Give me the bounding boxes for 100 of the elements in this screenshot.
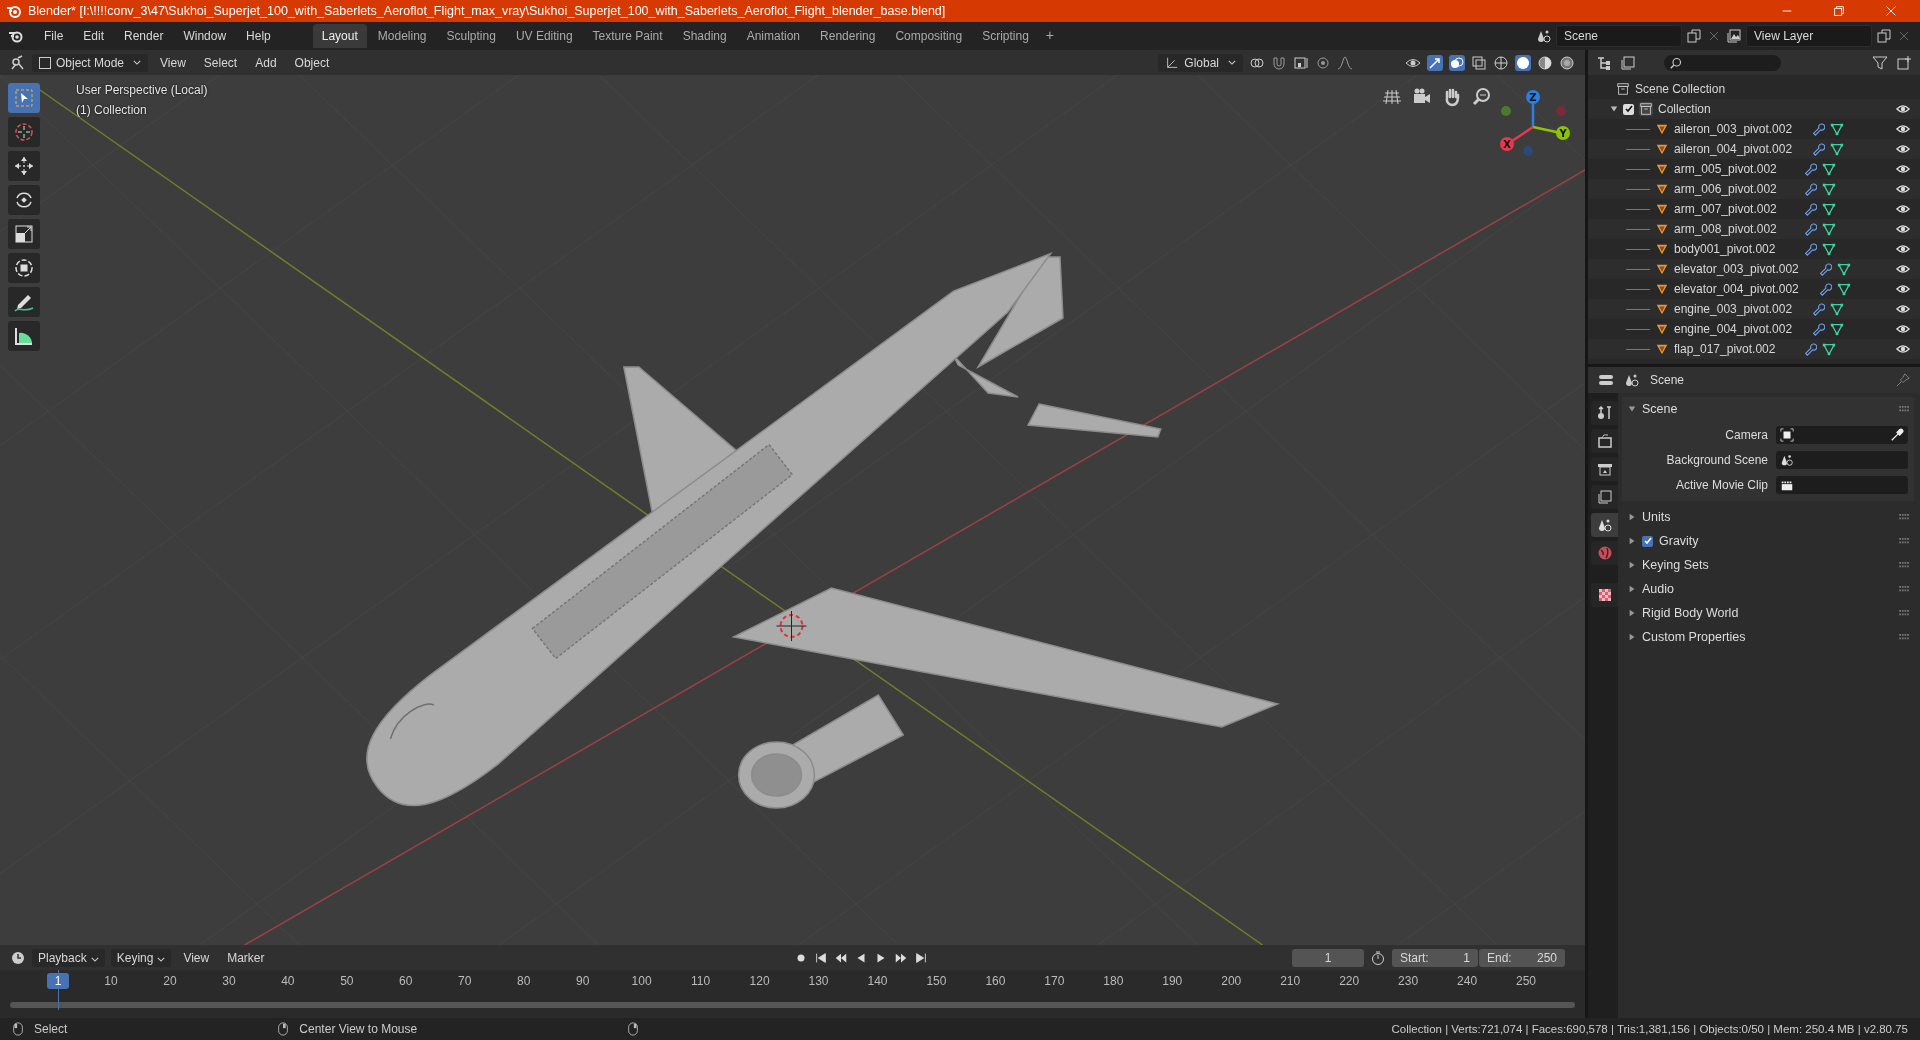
jump-start-icon[interactable] bbox=[814, 950, 829, 965]
mesh-icon[interactable] bbox=[1836, 282, 1851, 296]
properties-tab[interactable] bbox=[1591, 429, 1618, 453]
disclosure-triangle-icon[interactable] bbox=[1628, 561, 1636, 569]
rendered-shading-icon[interactable] bbox=[1559, 54, 1575, 71]
wrench-icon[interactable] bbox=[1803, 182, 1817, 196]
playhead-marker[interactable]: 1 bbox=[47, 973, 69, 989]
menu-item[interactable]: Select bbox=[197, 53, 244, 72]
mode-dropdown[interactable]: Object Mode bbox=[32, 53, 149, 72]
disclosure-triangle-icon[interactable] bbox=[1628, 585, 1636, 593]
clock-icon[interactable] bbox=[10, 949, 26, 966]
falloff-curve-icon[interactable] bbox=[1337, 54, 1353, 71]
mesh-icon[interactable] bbox=[1822, 202, 1836, 216]
menu-item[interactable]: Edit bbox=[75, 26, 113, 46]
eye-icon[interactable] bbox=[1896, 102, 1910, 116]
scene-icon[interactable] bbox=[1536, 28, 1552, 44]
mesh-icon[interactable] bbox=[1822, 242, 1836, 256]
properties-editor-icon[interactable] bbox=[1598, 372, 1614, 388]
eye-icon[interactable] bbox=[1896, 122, 1910, 136]
eye-icon[interactable] bbox=[1896, 262, 1910, 276]
datablock-field[interactable] bbox=[1776, 451, 1908, 469]
panel-title[interactable]: Rigid Body World bbox=[1642, 606, 1739, 620]
solid-shading-icon[interactable] bbox=[1515, 54, 1531, 71]
current-frame-field[interactable]: 1 bbox=[1292, 948, 1364, 967]
start-frame-field[interactable]: Start: 1 bbox=[1392, 948, 1478, 967]
eye-icon[interactable] bbox=[1896, 202, 1910, 216]
datablock-field[interactable] bbox=[1776, 476, 1908, 494]
eye-icon[interactable] bbox=[1896, 222, 1910, 236]
wrench-icon[interactable] bbox=[1803, 222, 1817, 236]
panel-title[interactable]: Units bbox=[1642, 510, 1671, 524]
image-stack-icon[interactable] bbox=[1726, 28, 1742, 44]
wrench-icon[interactable] bbox=[1811, 322, 1826, 336]
workspace-tab[interactable]: Rendering bbox=[811, 24, 885, 48]
wrench-icon[interactable] bbox=[1803, 162, 1817, 176]
checkbox[interactable] bbox=[1623, 103, 1634, 115]
menu-item[interactable]: Window bbox=[175, 26, 235, 46]
drag-handle-icon[interactable] bbox=[1899, 561, 1910, 569]
workspace-tab[interactable]: Compositing bbox=[886, 24, 972, 48]
mesh-icon[interactable] bbox=[1836, 262, 1851, 276]
disclosure-triangle-icon[interactable] bbox=[1628, 405, 1636, 413]
tool-button[interactable] bbox=[8, 287, 40, 317]
xray-icon[interactable] bbox=[1471, 54, 1487, 71]
mesh-icon[interactable] bbox=[1822, 222, 1836, 236]
workspace-tab[interactable]: Layout bbox=[312, 24, 367, 48]
eye-icon[interactable] bbox=[1896, 142, 1910, 156]
menu-item[interactable]: Playback bbox=[32, 948, 105, 967]
tool-button[interactable] bbox=[8, 253, 40, 283]
wrench-icon[interactable] bbox=[1803, 342, 1817, 356]
eye-icon[interactable] bbox=[1896, 342, 1910, 356]
mesh-icon[interactable] bbox=[1830, 302, 1845, 316]
view-layer-selector[interactable]: View Layer bbox=[1746, 25, 1872, 47]
wrench-icon[interactable] bbox=[1803, 202, 1817, 216]
menu-item[interactable]: Add bbox=[249, 53, 283, 72]
eye-icon[interactable] bbox=[1896, 282, 1910, 296]
tree-item[interactable]: Scene Collection bbox=[1635, 82, 1745, 96]
stopwatch-icon[interactable] bbox=[1370, 949, 1386, 966]
copy-icon[interactable] bbox=[1686, 28, 1702, 44]
magnet-icon[interactable] bbox=[1271, 54, 1287, 71]
navigation-gizmo[interactable]: Z Y X bbox=[1500, 90, 1570, 156]
scrollbar[interactable] bbox=[10, 1002, 1575, 1008]
mesh-icon[interactable] bbox=[1822, 162, 1836, 176]
tool-button[interactable] bbox=[8, 185, 40, 215]
properties-tab[interactable] bbox=[1591, 513, 1618, 537]
panel-title[interactable]: Scene bbox=[1642, 402, 1678, 416]
wrench-icon[interactable] bbox=[1811, 122, 1826, 136]
display-mode-icon[interactable] bbox=[1620, 54, 1636, 71]
panel-title[interactable]: Keying Sets bbox=[1642, 558, 1709, 572]
new-collection-icon[interactable] bbox=[1896, 54, 1912, 71]
gizmo-toggle-icon[interactable] bbox=[1427, 54, 1443, 71]
editor-type-icon[interactable] bbox=[10, 54, 26, 71]
panel-title[interactable]: Gravity bbox=[1659, 534, 1699, 548]
workspace-tab[interactable]: Texture Paint bbox=[583, 24, 672, 48]
tool-button[interactable] bbox=[8, 321, 40, 351]
panel-title[interactable]: Audio bbox=[1642, 582, 1674, 596]
checkbox[interactable] bbox=[1642, 535, 1653, 547]
eye-icon[interactable] bbox=[1896, 162, 1910, 176]
menu-item[interactable]: Object bbox=[288, 53, 336, 72]
menu-item[interactable]: View bbox=[177, 948, 216, 967]
menu-item[interactable]: Render bbox=[116, 26, 172, 46]
drag-handle-icon[interactable] bbox=[1899, 609, 1910, 617]
wireframe-shading-icon[interactable] bbox=[1493, 54, 1509, 71]
eye-icon[interactable] bbox=[1896, 182, 1910, 196]
filter-icon[interactable] bbox=[1872, 54, 1888, 71]
disclosure-triangle-icon[interactable] bbox=[1628, 537, 1636, 545]
menu-item[interactable]: Help bbox=[238, 26, 279, 46]
mesh-icon[interactable] bbox=[1830, 122, 1845, 136]
menu-item[interactable]: File bbox=[36, 26, 72, 46]
eyedropper-icon[interactable] bbox=[1890, 428, 1904, 442]
menu-item[interactable]: Keying bbox=[110, 948, 172, 967]
grid-view-icon[interactable] bbox=[1382, 87, 1402, 107]
jump-end-icon[interactable] bbox=[914, 950, 929, 965]
close-icon[interactable] bbox=[1884, 4, 1898, 18]
material-shading-icon[interactable] bbox=[1537, 54, 1553, 71]
mesh-icon[interactable] bbox=[1822, 342, 1836, 356]
disclosure-triangle-icon[interactable] bbox=[1628, 513, 1636, 521]
wrench-icon[interactable] bbox=[1817, 282, 1832, 296]
proportional-edit-icon[interactable] bbox=[1315, 54, 1331, 71]
workspace-tab[interactable]: Sculpting bbox=[437, 24, 505, 48]
overlay-toggle-icon[interactable] bbox=[1449, 54, 1465, 71]
disclosure-triangle-icon[interactable] bbox=[1610, 105, 1618, 113]
